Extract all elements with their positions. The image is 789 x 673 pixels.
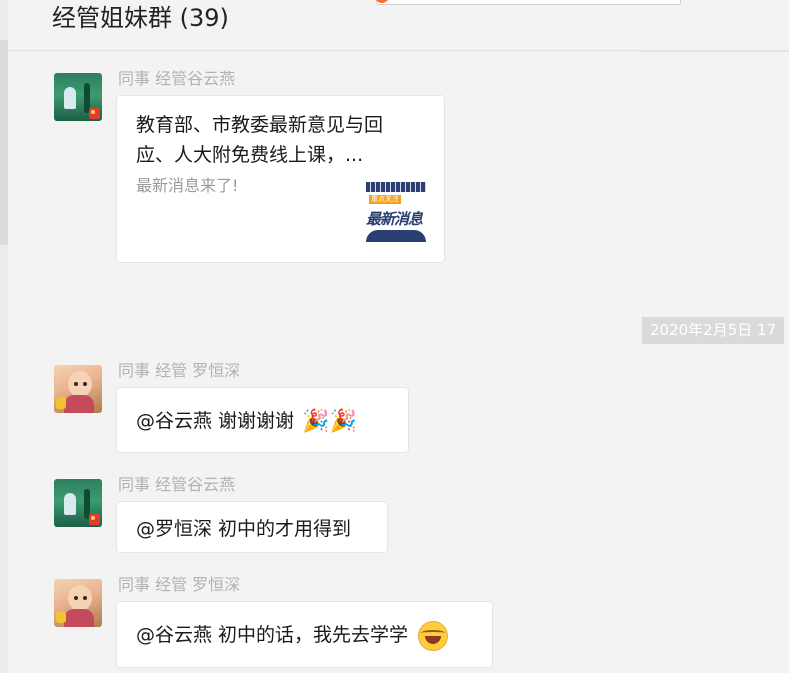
top-search-widget[interactable] (375, 0, 681, 5)
message-body: @谷云燕 初中的话，我先去学学 (136, 624, 409, 646)
avatar-toy (56, 611, 66, 623)
message-body: @谷云燕 谢谢谢谢 (136, 410, 295, 432)
chat-title: 经管姐妹群 (39) (52, 4, 229, 32)
message-text: @罗恒深 初中的才用得到 (136, 518, 352, 540)
header-divider (641, 51, 789, 52)
sender-name: 同事 经管谷云燕 (118, 69, 236, 88)
avatar-eye (74, 382, 78, 386)
flower-icon (64, 87, 76, 109)
thumbnail-text: 最新消息 (366, 210, 423, 228)
party-popper-emoji: 🎉🎉 (302, 409, 357, 434)
message-text: @谷云燕 谢谢谢谢 🎉🎉 (136, 406, 357, 434)
message-bubble[interactable]: @谷云燕 初中的话，我先去学学 (116, 601, 493, 668)
avatar-body (64, 395, 94, 413)
timestamp: 2020年2月5日 17 (642, 317, 785, 344)
sender-name: 同事 经管谷云燕 (118, 475, 236, 494)
chat-header: 经管姐妹群 (39) (8, 0, 789, 51)
left-panel-scroll-edge (0, 40, 8, 245)
tears-of-joy-emoji (418, 620, 449, 651)
notification-icon (375, 0, 389, 3)
avatar[interactable] (54, 73, 102, 121)
message-bubble[interactable]: @谷云燕 谢谢谢谢 🎉🎉 (116, 387, 409, 453)
avatar-body (64, 609, 94, 627)
sender-name: 同事 经管 罗恒深 (118, 575, 241, 594)
sender-name: 同事 经管 罗恒深 (118, 361, 241, 380)
message-bubble[interactable]: @罗恒深 初中的才用得到 (116, 501, 388, 553)
thumbnail-pattern (366, 182, 426, 192)
avatar-face (68, 585, 92, 611)
flag-badge-icon (89, 514, 100, 525)
avatar[interactable] (54, 579, 102, 627)
avatar-toy (56, 397, 66, 409)
card-description: 最新消息来了! (136, 176, 239, 195)
avatar-eye (74, 596, 78, 600)
avatar-eye (83, 596, 87, 600)
flag-badge-icon (89, 108, 100, 119)
avatar[interactable] (54, 479, 102, 527)
avatar[interactable] (54, 365, 102, 413)
thumbnail-wave (366, 230, 426, 242)
link-card[interactable]: 教育部、市教委最新意见与回应、人大附免费线上课，... 最新消息来了! 重点关注… (116, 95, 445, 263)
message-text: @谷云燕 初中的话，我先去学学 (136, 620, 449, 651)
thumbnail-tag: 重点关注 (369, 195, 401, 204)
avatar-face (68, 371, 92, 397)
avatar-eye (83, 382, 87, 386)
card-title: 教育部、市教委最新意见与回应、人大附免费线上课，... (136, 114, 384, 166)
card-thumbnail: 重点关注 最新消息 (366, 182, 426, 242)
flower-icon (64, 493, 76, 515)
